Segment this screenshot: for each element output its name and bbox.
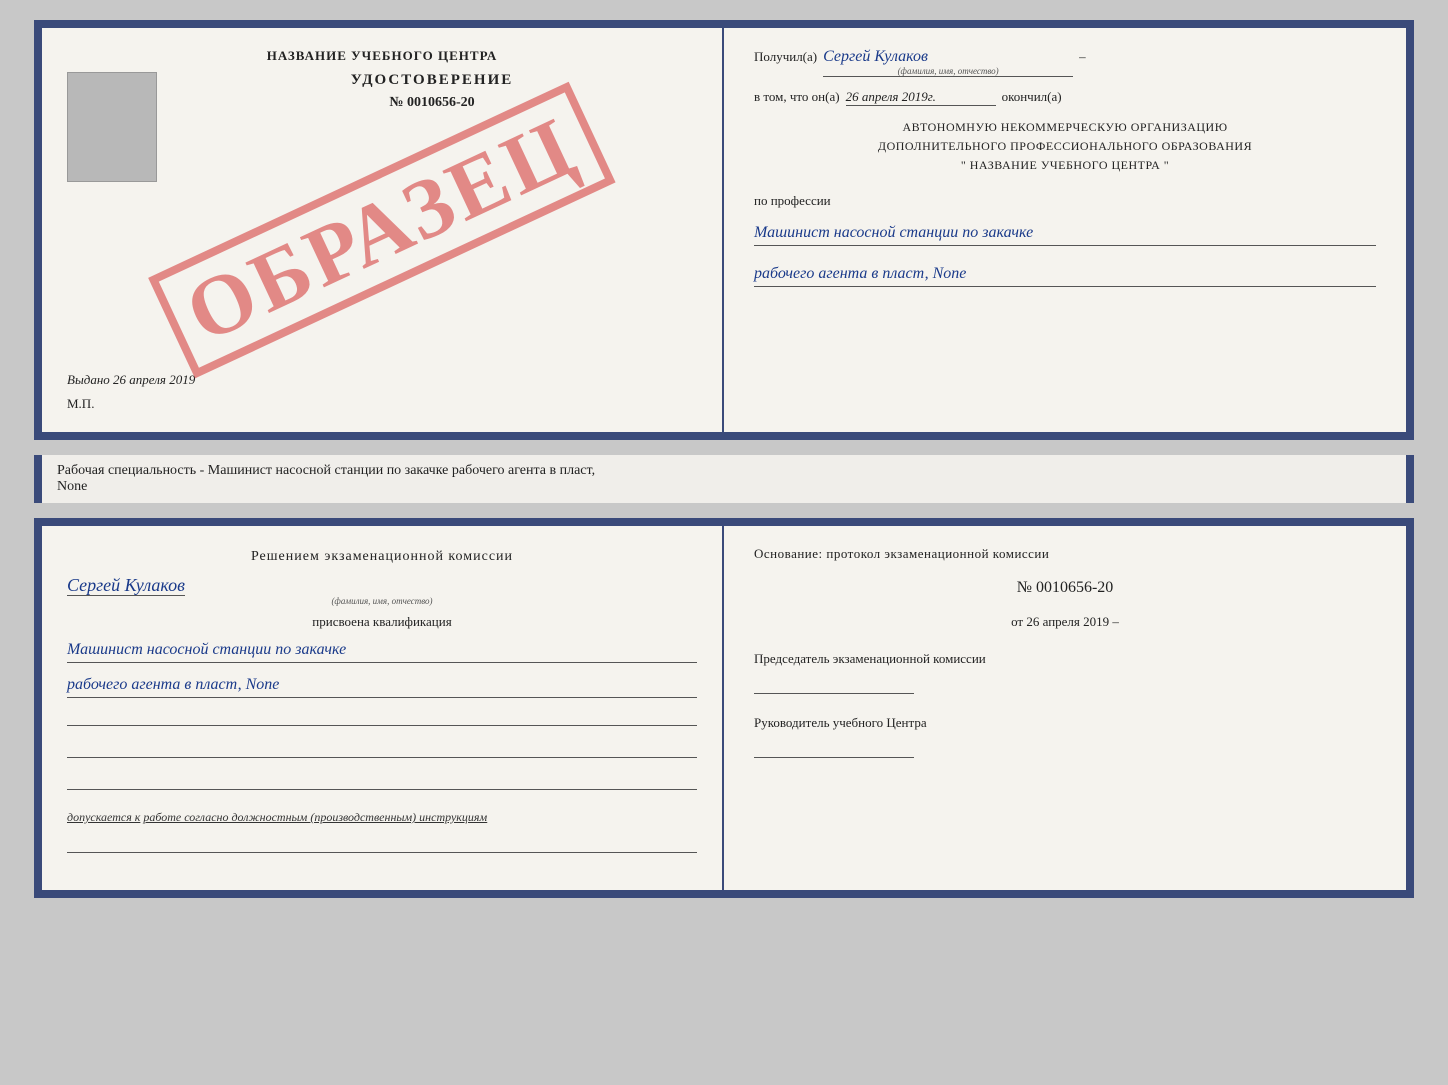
cert-details: УДОСТОВЕРЕНИЕ № 0010656-20 xyxy=(167,72,697,111)
separator-area: Рабочая специальность - Машинист насосно… xyxy=(34,455,1414,503)
recipient-hint: (фамилия, имя, отчество) xyxy=(823,66,1073,76)
top-document: НАЗВАНИЕ УЧЕБНОГО ЦЕНТРА УДОСТОВЕРЕНИЕ №… xyxy=(34,20,1414,440)
org-line3: " НАЗВАНИЕ УЧЕБНОГО ЦЕНТРА " xyxy=(754,156,1376,175)
blank-line1 xyxy=(67,710,697,726)
decision-title: Решением экзаменационной комиссии xyxy=(67,546,697,567)
bottom-doc-left: Решением экзаменационной комиссии Сергей… xyxy=(42,526,724,890)
allowed-work: допускается к работе согласно должностны… xyxy=(67,810,697,825)
protocol-date-prefix: от xyxy=(1011,614,1023,629)
org-line1: АВТОНОМНУЮ НЕКОММЕРЧЕСКУЮ ОРГАНИЗАЦИЮ xyxy=(754,118,1376,137)
photo-placeholder xyxy=(67,72,157,182)
chairman-label: Председатель экзаменационной комиссии xyxy=(754,650,1376,668)
separator-text2: None xyxy=(57,479,87,494)
protocol-date-val: 26 апреля 2019 xyxy=(1026,614,1109,629)
qualification-text1: Машинист насосной станции по закачке xyxy=(67,638,697,663)
issued-date: 26 апреля 2019 xyxy=(113,372,195,387)
recipient-line: Получил(а) Сергей Кулаков (фамилия, имя,… xyxy=(754,48,1376,77)
chairman-sig-line xyxy=(754,672,914,694)
profession-label: по профессии xyxy=(754,193,1376,209)
date-line: в том, что он(а) 26 апреля 2019г. окончи… xyxy=(754,89,1376,106)
person-name-line: Сергей Кулаков (фамилия, имя, отчество) xyxy=(67,575,697,606)
mp-label: М.П. xyxy=(67,396,94,412)
school-title-top: НАЗВАНИЕ УЧЕБНОГО ЦЕНТРА xyxy=(267,48,498,64)
director-sig-line xyxy=(754,736,914,758)
director-label: Руководитель учебного Центра xyxy=(754,714,1376,732)
bottom-doc-right: Основание: протокол экзаменационной коми… xyxy=(724,526,1406,890)
protocol-number: № 0010656-20 xyxy=(754,579,1376,597)
date-value: 26 апреля 2019г. xyxy=(846,89,996,106)
dash-right: – xyxy=(1112,614,1119,629)
profession-value1: Машинист насосной станции по закачке xyxy=(754,221,1376,246)
org-line2: ДОПОЛНИТЕЛЬНОГО ПРОФЕССИОНАЛЬНОГО ОБРАЗО… xyxy=(754,137,1376,156)
assigned-label: присвоена квалификация xyxy=(67,614,697,630)
top-doc-left: НАЗВАНИЕ УЧЕБНОГО ЦЕНТРА УДОСТОВЕРЕНИЕ №… xyxy=(42,28,724,432)
chairman-block: Председатель экзаменационной комиссии xyxy=(754,650,1376,694)
qualification-text2: рабочего агента в пласт, None xyxy=(67,673,697,698)
person-hint: (фамилия, имя, отчество) xyxy=(67,596,697,606)
profession-value2: рабочего агента в пласт, None xyxy=(754,262,1376,287)
issued-label: Выдано xyxy=(67,372,110,387)
basis-title: Основание: протокол экзаменационной коми… xyxy=(754,546,1376,562)
finished-label: окончил(а) xyxy=(1002,89,1062,105)
cert-label: УДОСТОВЕРЕНИЕ xyxy=(351,72,514,89)
cert-inner: УДОСТОВЕРЕНИЕ № 0010656-20 xyxy=(67,72,697,362)
protocol-date: от 26 апреля 2019 – xyxy=(754,614,1376,630)
director-block: Руководитель учебного Центра xyxy=(754,714,1376,758)
person-name: Сергей Кулаков (фамилия, имя, отчество) xyxy=(67,575,697,606)
dash1: – xyxy=(1079,49,1086,65)
blank-line4 xyxy=(67,837,697,853)
recipient-name: Сергей Кулаков (фамилия, имя, отчество) xyxy=(823,48,1073,77)
cert-number: № 0010656-20 xyxy=(389,95,474,111)
date-prefix: в том, что он(а) xyxy=(754,89,840,105)
blank-line3 xyxy=(67,774,697,790)
cert-issued: Выдано 26 апреля 2019 xyxy=(67,372,697,388)
bottom-document: Решением экзаменационной комиссии Сергей… xyxy=(34,518,1414,898)
separator-text1: Рабочая специальность - Машинист насосно… xyxy=(57,463,595,478)
top-doc-right: Получил(а) Сергей Кулаков (фамилия, имя,… xyxy=(724,28,1406,432)
recipient-prefix: Получил(а) xyxy=(754,49,817,65)
blank-line2 xyxy=(67,742,697,758)
org-block: АВТОНОМНУЮ НЕКОММЕРЧЕСКУЮ ОРГАНИЗАЦИЮ ДО… xyxy=(754,118,1376,176)
allowed-work-text: работе согласно должностным (производств… xyxy=(143,810,487,824)
